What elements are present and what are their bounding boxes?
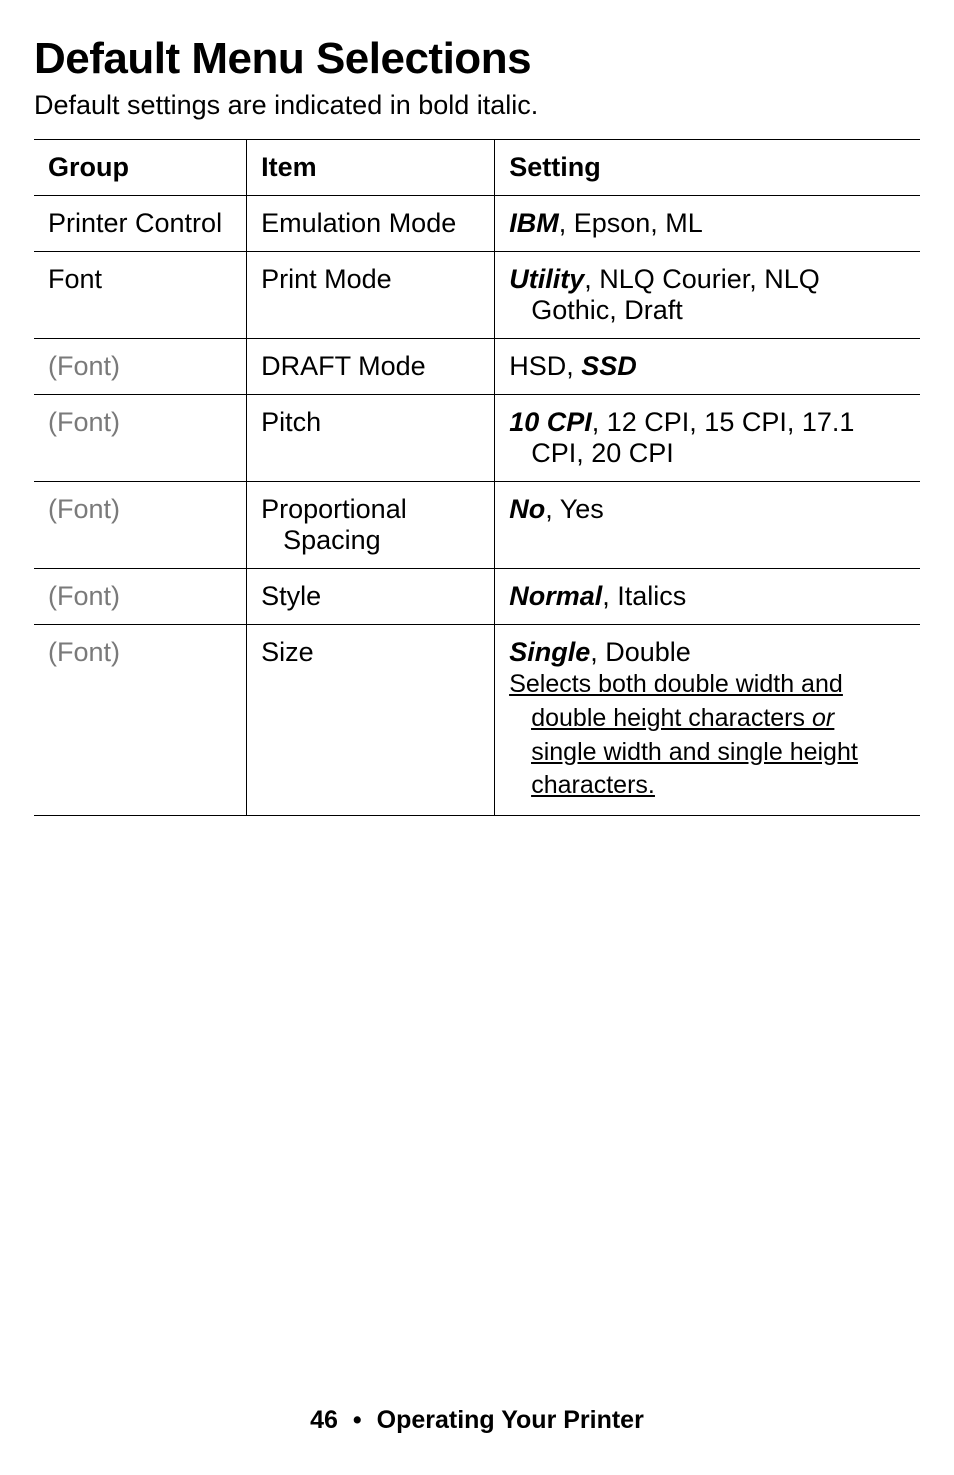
table-row: (Font) Proportional Spacing No, Yes (34, 482, 920, 569)
cell-setting: 10 CPI, 12 CPI, 15 CPI, 17.1 CPI, 20 CPI (495, 395, 920, 482)
setting-line2: CPI, 20 CPI (509, 438, 906, 469)
cell-group: (Font) (34, 482, 247, 569)
setting-rest: , Yes (545, 494, 604, 524)
page-number: 46 (310, 1406, 338, 1434)
setting-rest: , 12 CPI, 15 CPI, 17.1 (592, 407, 855, 437)
table-row: (Font) DRAFT Mode HSD, SSD (34, 339, 920, 395)
setting-rest: , Epson, ML (559, 208, 703, 238)
default-value: IBM (509, 208, 559, 238)
cell-item: Proportional Spacing (247, 482, 495, 569)
col-header-group: Group (34, 140, 247, 196)
page-title: Default Menu Selections (34, 34, 920, 84)
cell-setting: HSD, SSD (495, 339, 920, 395)
cell-setting: Utility, NLQ Courier, NLQ Gothic, Draft (495, 252, 920, 339)
default-value: No (509, 494, 545, 524)
note-or: or (812, 704, 834, 732)
note-line: Selects both double width and (509, 670, 843, 698)
note-line: characters. (509, 769, 906, 803)
setting-rest: , Double (590, 637, 691, 667)
setting-note: Selects both double width and double hei… (509, 668, 906, 803)
default-value: SSD (581, 351, 637, 381)
table-row: (Font) Size Single, Double Selects both … (34, 625, 920, 816)
table-row: Printer Control Emulation Mode IBM, Epso… (34, 196, 920, 252)
section-title: Operating Your Printer (377, 1406, 644, 1434)
cell-setting: Normal, Italics (495, 569, 920, 625)
cell-item: Style (247, 569, 495, 625)
setting-rest: , NLQ Courier, NLQ (584, 264, 820, 294)
table-row: Font Print Mode Utility, NLQ Courier, NL… (34, 252, 920, 339)
cell-item: Print Mode (247, 252, 495, 339)
setting-prefix: HSD, (509, 351, 581, 381)
setting-line2: Gothic, Draft (509, 295, 906, 326)
cell-setting: IBM, Epson, ML (495, 196, 920, 252)
cell-group: (Font) (34, 395, 247, 482)
col-header-setting: Setting (495, 140, 920, 196)
page-subtitle: Default settings are indicated in bold i… (34, 90, 920, 121)
footer-separator: • (345, 1406, 370, 1434)
cell-group: Font (34, 252, 247, 339)
default-value: Utility (509, 264, 584, 294)
note-line: double height characters or single width… (509, 702, 906, 770)
table-row: (Font) Pitch 10 CPI, 12 CPI, 15 CPI, 17.… (34, 395, 920, 482)
cell-item: Pitch (247, 395, 495, 482)
page-footer: 46 • Operating Your Printer (0, 1406, 954, 1435)
default-value: Normal (509, 581, 602, 611)
cell-setting: Single, Double Selects both double width… (495, 625, 920, 816)
default-value: Single (509, 637, 590, 667)
cell-group: (Font) (34, 625, 247, 816)
col-header-item: Item (247, 140, 495, 196)
table-header-row: Group Item Setting (34, 140, 920, 196)
table-row: (Font) Style Normal, Italics (34, 569, 920, 625)
cell-item: DRAFT Mode (247, 339, 495, 395)
cell-group: (Font) (34, 569, 247, 625)
item-line2: Spacing (261, 525, 480, 556)
cell-item: Size (247, 625, 495, 816)
settings-table: Group Item Setting Printer Control Emula… (34, 139, 920, 816)
item-line1: Proportional (261, 494, 407, 524)
setting-rest: , Italics (602, 581, 686, 611)
cell-group: Printer Control (34, 196, 247, 252)
cell-item: Emulation Mode (247, 196, 495, 252)
default-value: 10 CPI (509, 407, 592, 437)
cell-setting: No, Yes (495, 482, 920, 569)
cell-group: (Font) (34, 339, 247, 395)
